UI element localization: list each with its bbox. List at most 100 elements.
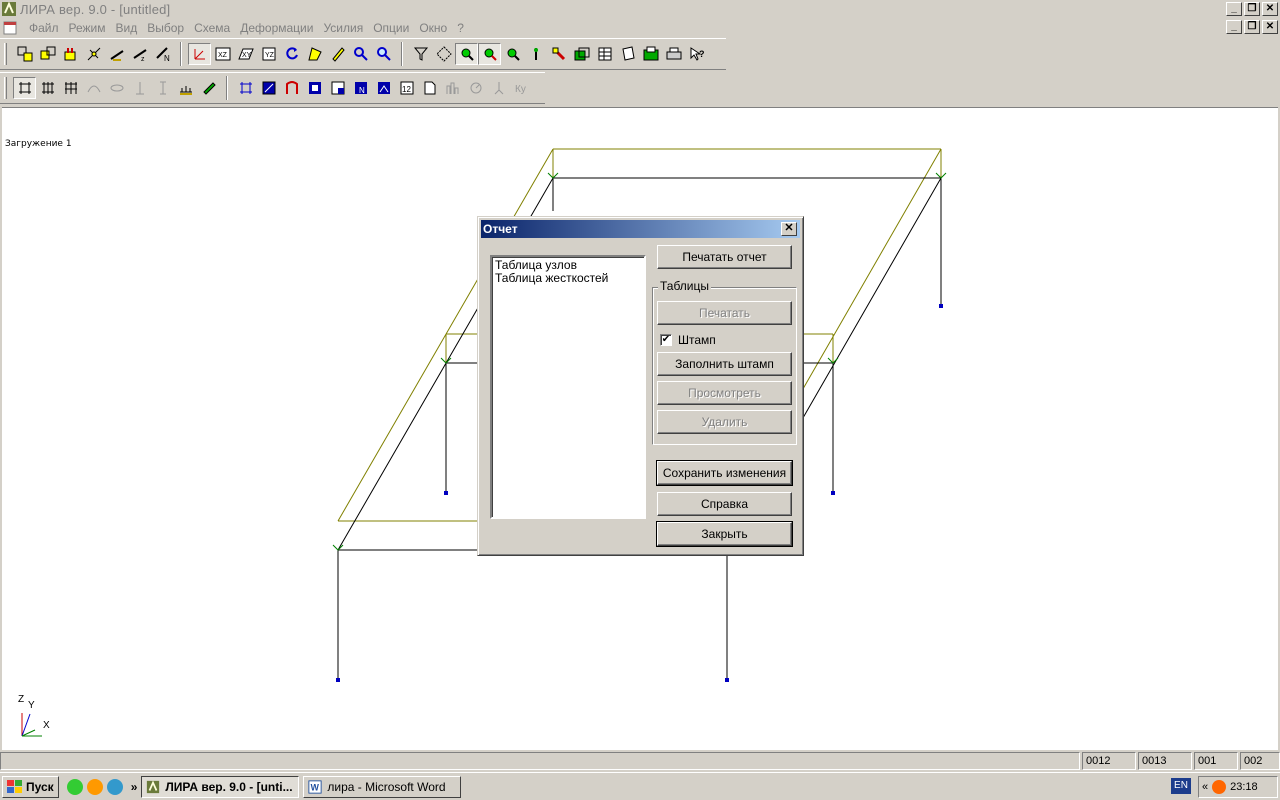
menu-window[interactable]: Окно (414, 21, 452, 35)
table-icon[interactable] (593, 43, 616, 65)
context-help-icon[interactable]: ? (685, 43, 708, 65)
histogram-icon[interactable] (441, 77, 464, 99)
tray-expand-icon[interactable]: « (1202, 781, 1208, 793)
toolbar-grip[interactable] (4, 43, 7, 65)
axes-xyz-icon[interactable] (188, 43, 211, 65)
page-icon[interactable] (418, 77, 441, 99)
paste-scheme-icon[interactable] (36, 43, 59, 65)
plane-xz-icon[interactable]: XZ (211, 43, 234, 65)
delete-button[interactable]: Удалить (657, 410, 792, 434)
dialog-close-icon[interactable]: ✕ (781, 222, 797, 236)
nodes-icon[interactable] (59, 43, 82, 65)
element-numbers-icon[interactable] (257, 77, 280, 99)
dial-icon[interactable] (464, 77, 487, 99)
flag-icon[interactable] (524, 43, 547, 65)
stamp-label: Штамп (678, 333, 716, 347)
toolbar-grip[interactable] (4, 77, 7, 99)
print-report-button[interactable]: Печатать отчет (657, 245, 792, 269)
pencil-icon[interactable] (326, 43, 349, 65)
torrent-icon[interactable] (66, 778, 83, 795)
support-icon[interactable] (105, 43, 128, 65)
menu-scheme[interactable]: Схема (189, 21, 235, 35)
grid-numbers-icon[interactable] (234, 77, 257, 99)
help-button[interactable]: Справка (657, 492, 792, 516)
task-lira[interactable]: ЛИРА вер. 9.0 - [unti... (141, 775, 300, 798)
doc-close-button[interactable]: ✕ (1262, 20, 1278, 34)
menu-mode[interactable]: Режим (64, 21, 111, 35)
stamp-checkbox-row[interactable]: ✔ Штамп (660, 333, 716, 347)
column-icon[interactable] (151, 77, 174, 99)
language-indicator[interactable]: EN (1171, 778, 1191, 794)
print-icon[interactable] (662, 43, 685, 65)
close-dialog-button[interactable]: Закрыть (656, 521, 793, 547)
zoom-out-icon[interactable] (372, 43, 395, 65)
elements-icon[interactable] (82, 43, 105, 65)
tray-app-icon[interactable] (1212, 780, 1227, 794)
tables-group-label: Таблицы (658, 279, 712, 293)
ruler-icon[interactable] (174, 77, 197, 99)
filter-icon[interactable] (409, 43, 432, 65)
menu-deformations[interactable]: Деформации (235, 21, 318, 35)
document-icon[interactable] (2, 20, 18, 36)
network-icon[interactable] (106, 778, 123, 795)
restore-button[interactable]: ❐ (1244, 2, 1260, 16)
documents-icon[interactable] (616, 43, 639, 65)
svg-text:Ку: Ку (515, 84, 526, 95)
frame-bays-icon[interactable] (59, 77, 82, 99)
mail-agent-icon[interactable] (86, 778, 103, 795)
copy-scheme-icon[interactable] (13, 43, 36, 65)
loads-icon[interactable]: z (128, 43, 151, 65)
quick-launch-chevron[interactable]: » (131, 780, 138, 794)
close-button[interactable]: ✕ (1262, 2, 1278, 16)
select-nodes-icon[interactable] (432, 43, 455, 65)
hinge-icon[interactable] (280, 77, 303, 99)
start-button[interactable]: Пуск (2, 775, 59, 798)
zoom-window-icon[interactable] (455, 43, 478, 65)
menu-view[interactable]: Вид (111, 21, 143, 35)
lira-app-icon (2, 1, 16, 16)
doc-minimize-button[interactable]: _ (1226, 20, 1242, 34)
materials-icon[interactable] (326, 77, 349, 99)
plane-xy-icon[interactable]: XY (234, 43, 257, 65)
menu-options[interactable]: Опции (368, 21, 414, 35)
save-changes-button[interactable]: Сохранить изменения (656, 460, 793, 486)
list-item[interactable]: Таблица жесткостей (495, 272, 641, 285)
frame-view-icon[interactable] (13, 77, 36, 99)
frame-grid-icon[interactable] (36, 77, 59, 99)
coefficients-icon[interactable]: Ку (510, 77, 533, 99)
layers-icon[interactable] (570, 43, 593, 65)
paint-icon[interactable] (197, 77, 220, 99)
arc-icon[interactable] (82, 77, 105, 99)
fill-stamp-button[interactable]: Заполнить штамп (657, 352, 792, 376)
menu-select[interactable]: Выбор (142, 21, 189, 35)
minimize-button[interactable]: _ (1226, 2, 1242, 16)
doc-restore-button[interactable]: ❐ (1244, 20, 1260, 34)
beam-icon[interactable] (128, 77, 151, 99)
dialog-title: Отчет (483, 222, 518, 236)
report-tables-list[interactable]: Таблица узлов Таблица жесткостей (490, 255, 646, 519)
axis-x-label: X (43, 720, 50, 731)
zoom-fragment-icon[interactable] (478, 43, 501, 65)
menu-forces[interactable]: Усилия (318, 21, 368, 35)
zoom-in-icon[interactable] (349, 43, 372, 65)
export-icon[interactable] (639, 43, 662, 65)
projection-icon[interactable] (303, 43, 326, 65)
local-axes-icon[interactable] (372, 77, 395, 99)
forces-n-icon[interactable]: N (151, 43, 174, 65)
marker-icon[interactable] (547, 43, 570, 65)
support-reaction-icon[interactable] (487, 77, 510, 99)
numbering-12-icon[interactable]: 12 (395, 77, 418, 99)
rotate-icon[interactable] (280, 43, 303, 65)
view-button[interactable]: Просмотреть (657, 381, 792, 405)
print-button[interactable]: Печатать (657, 301, 792, 325)
plane-yz-icon[interactable]: YZ (257, 43, 280, 65)
dialog-title-bar[interactable]: Отчет ✕ (481, 220, 800, 238)
zoom-all-icon[interactable] (501, 43, 524, 65)
menu-help[interactable]: ? (452, 21, 469, 35)
node-numbers-icon[interactable]: N (349, 77, 372, 99)
menu-file[interactable]: Файл (24, 21, 64, 35)
task-word[interactable]: W лира - Microsoft Word (303, 775, 462, 798)
stamp-checkbox[interactable]: ✔ (660, 334, 672, 346)
stiffness-icon[interactable] (303, 77, 326, 99)
shell-icon[interactable] (105, 77, 128, 99)
